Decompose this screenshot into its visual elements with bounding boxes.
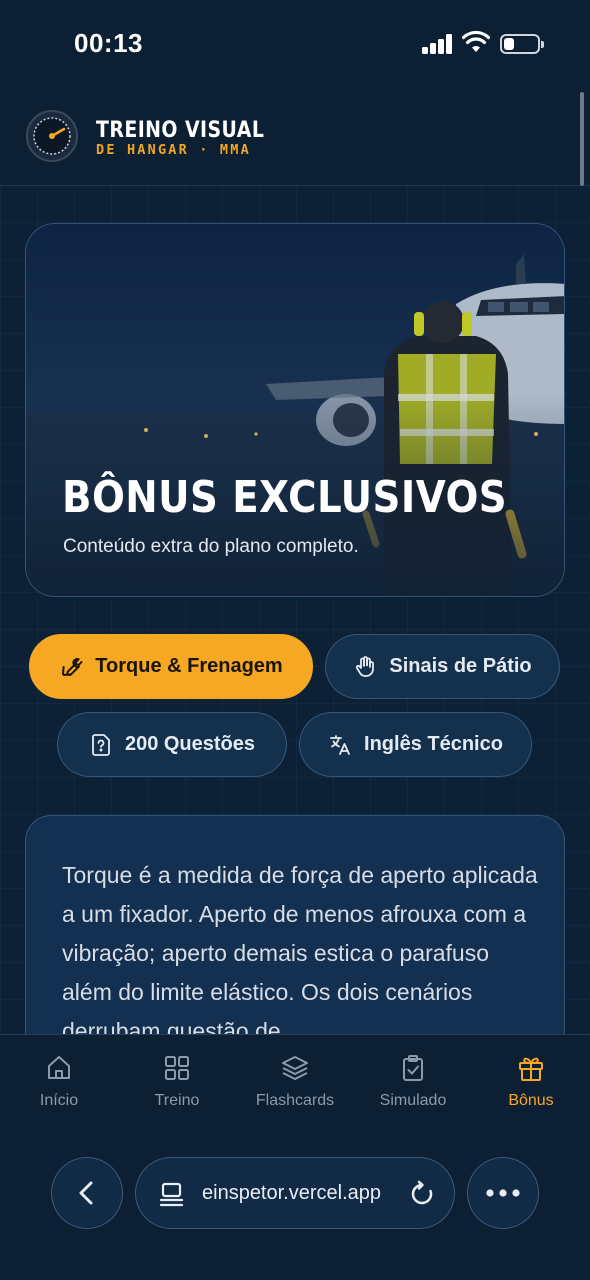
gift-icon bbox=[519, 1057, 543, 1081]
hero-banner: BÔNUS EXCLUSIVOS Conteúdo extra do plano… bbox=[25, 223, 565, 597]
url-text: einspetor.vercel.app bbox=[202, 1182, 382, 1204]
address-bar[interactable]: einspetor.vercel.app bbox=[135, 1157, 455, 1229]
back-button[interactable] bbox=[51, 1157, 123, 1229]
nav-item-simulado[interactable]: Simulado bbox=[354, 1053, 472, 1123]
more-dots-icon bbox=[486, 1189, 520, 1197]
status-time: 00:13 bbox=[74, 28, 143, 58]
battery-icon bbox=[500, 34, 544, 54]
nav-item-inicio[interactable]: Início bbox=[0, 1053, 118, 1123]
cellular-signal-icon bbox=[422, 34, 454, 54]
nav-label: Flashcards bbox=[255, 1092, 335, 1109]
nav-item-treino[interactable]: Treino bbox=[118, 1053, 236, 1123]
nav-label: Treino bbox=[154, 1092, 200, 1109]
scrollbar[interactable] bbox=[580, 92, 584, 186]
wrench-icon bbox=[62, 657, 83, 676]
status-bar: 00:13 bbox=[0, 0, 590, 90]
nav-item-flashcards[interactable]: Flashcards bbox=[236, 1053, 354, 1123]
content-text: Torque é a medida de força de aperto apl… bbox=[62, 862, 538, 1044]
reload-icon[interactable] bbox=[408, 1180, 436, 1208]
wifi-icon bbox=[462, 30, 490, 52]
hero-title: BÔNUS EXCLUSIVOS bbox=[62, 472, 508, 523]
hand-icon bbox=[356, 655, 375, 677]
tab-ingles-tecnico[interactable]: Inglês Técnico bbox=[299, 712, 532, 777]
tab-label: 200 Questões bbox=[124, 733, 256, 755]
hero-subtitle: Conteúdo extra do plano completo. bbox=[63, 536, 359, 557]
brand-title: TREINO VISUAL bbox=[96, 118, 265, 143]
more-options-button[interactable] bbox=[467, 1157, 539, 1229]
content-card: Torque é a medida de força de aperto apl… bbox=[25, 815, 565, 1055]
nav-label: Simulado bbox=[379, 1092, 447, 1109]
chevron-left-icon bbox=[79, 1181, 93, 1205]
clipboard-check-icon bbox=[403, 1055, 423, 1081]
gauge-logo-icon[interactable] bbox=[26, 110, 78, 162]
tab-label: Sinais de Pátio bbox=[389, 655, 532, 677]
tab-sinais-de-patio[interactable]: Sinais de Pátio bbox=[325, 634, 560, 699]
brand-subtitle: DE HANGAR · MMA bbox=[96, 142, 251, 158]
question-file-icon bbox=[92, 733, 110, 756]
grid-icon bbox=[165, 1056, 189, 1080]
tab-label: Inglês Técnico bbox=[364, 733, 503, 755]
app-header: TREINO VISUAL DE HANGAR · MMA bbox=[0, 90, 590, 186]
tab-label: Torque & Frenagem bbox=[95, 655, 283, 677]
translate-icon bbox=[330, 734, 350, 755]
layers-icon bbox=[282, 1056, 308, 1080]
nav-item-bonus[interactable]: Bônus bbox=[472, 1053, 590, 1123]
nav-label: Bônus bbox=[508, 1092, 554, 1109]
nav-label: Início bbox=[39, 1092, 79, 1109]
home-icon bbox=[48, 1056, 70, 1079]
tab-torque-frenagem[interactable]: Torque & Frenagem bbox=[29, 634, 313, 699]
tab-200-questoes[interactable]: 200 Questões bbox=[57, 712, 287, 777]
tabs-icon bbox=[159, 1182, 184, 1207]
